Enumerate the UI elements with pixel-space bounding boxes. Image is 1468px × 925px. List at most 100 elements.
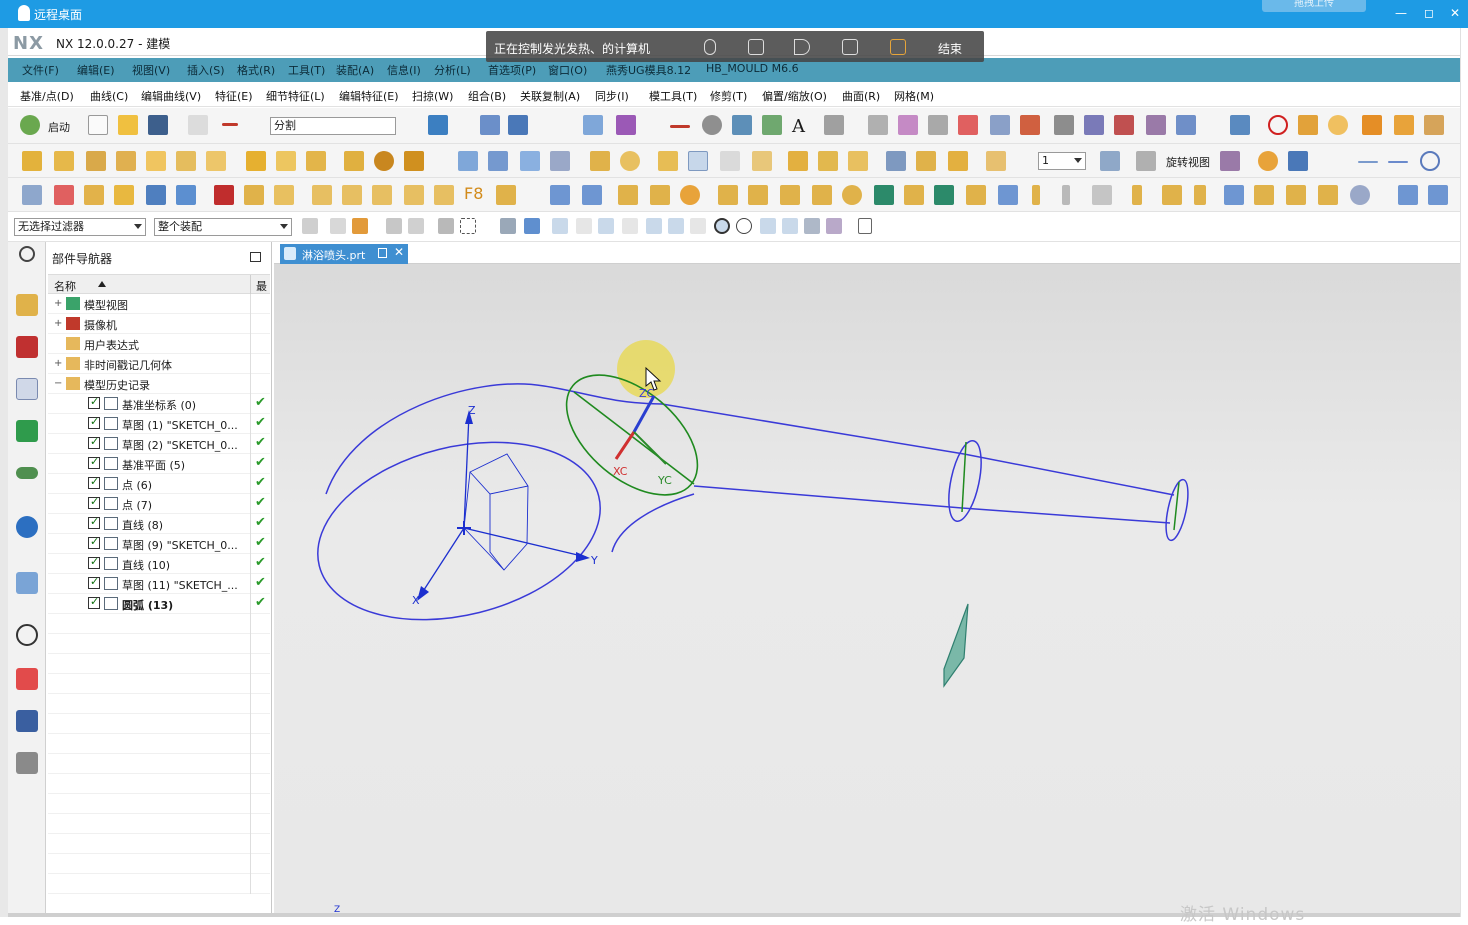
filter-c-icon[interactable]	[352, 218, 368, 234]
rotate-view-label[interactable]: 旋转视图	[1166, 154, 1210, 170]
hb-a-icon[interactable]	[22, 185, 42, 205]
mold-d-icon[interactable]	[116, 151, 136, 171]
tree-row[interactable]: 直线 (8) ✔	[48, 514, 270, 534]
tree-row[interactable]: − 模型历史记录	[48, 374, 270, 394]
hb-f-icon[interactable]	[176, 185, 196, 205]
model-scene[interactable]: ZC XC YC Z Y X Z	[274, 264, 1460, 913]
hb-y-icon[interactable]	[842, 185, 862, 205]
cmd-offset-scale[interactable]: 偏置/缩放(O)	[762, 88, 827, 104]
hb-ae-icon[interactable]	[1032, 185, 1040, 205]
spline-icon[interactable]	[762, 115, 782, 135]
view-orient-icon[interactable]	[480, 115, 500, 135]
mold-z-icon[interactable]	[1220, 151, 1240, 171]
hb-o-icon[interactable]	[496, 185, 516, 205]
mesh-icon[interactable]	[1084, 115, 1104, 135]
assembly-nav-icon[interactable]	[16, 294, 38, 316]
hb-k-icon[interactable]	[342, 185, 362, 205]
column-name[interactable]: 名称	[54, 278, 76, 294]
tree-row[interactable]: 草图 (1) "SKETCH_0... ✔	[48, 414, 270, 434]
curve-tool-icon[interactable]	[222, 123, 238, 126]
mold-f-icon[interactable]	[276, 151, 296, 171]
filter-b-icon[interactable]	[330, 218, 346, 234]
constraint-nav-icon[interactable]	[16, 336, 38, 358]
eye-icon[interactable]	[16, 467, 38, 479]
hb-e-icon[interactable]	[146, 185, 166, 205]
mold-w-icon[interactable]	[886, 151, 906, 171]
tree-expander-icon[interactable]: +	[54, 359, 63, 369]
tree-row[interactable]: 草图 (2) "SKETCH_0... ✔	[48, 434, 270, 454]
hb-t-icon[interactable]	[680, 185, 700, 205]
snap-point-icon[interactable]	[1298, 115, 1318, 135]
visibility-checkbox[interactable]	[88, 415, 100, 429]
start-label[interactable]: 启动	[48, 119, 70, 135]
tree-expander-icon[interactable]: +	[54, 319, 63, 329]
mold-h-icon[interactable]	[344, 151, 364, 171]
hb-ac-icon[interactable]	[966, 185, 986, 205]
surface-c-icon[interactable]	[1054, 115, 1074, 135]
graphics-viewport[interactable]: 淋浴喷头.prt ✕ ZC XC YC Z Y X Z	[274, 242, 1460, 913]
cmd-edit-feature[interactable]: 编辑特征(E)	[339, 88, 399, 104]
hb-w-icon[interactable]	[780, 185, 800, 205]
arc-icon[interactable]	[732, 115, 752, 135]
menu-yanxiu[interactable]: 燕秀UG模具8.12	[606, 62, 691, 78]
tree-row[interactable]: 草图 (9) "SKETCH_0... ✔	[48, 534, 270, 554]
eraser-icon[interactable]	[1100, 151, 1120, 171]
mold-i-icon[interactable]	[404, 151, 424, 171]
visibility-checkbox[interactable]	[88, 435, 100, 449]
menu-edit[interactable]: 编辑(E)	[77, 62, 115, 78]
tree-row[interactable]: + 摄像机	[48, 314, 270, 334]
tree-row[interactable]: + 模型视图	[48, 294, 270, 314]
gear-icon[interactable]	[374, 151, 394, 171]
select-a-icon[interactable]	[438, 218, 454, 234]
surface-b-icon[interactable]	[1020, 115, 1040, 135]
hb-ah-icon[interactable]	[1132, 185, 1142, 205]
visibility-checkbox[interactable]	[88, 495, 100, 509]
filter-d-icon[interactable]	[386, 218, 402, 234]
tab-close-icon[interactable]: ✕	[394, 245, 404, 259]
cmd-trim[interactable]: 修剪(T)	[710, 88, 747, 104]
menu-preferences[interactable]: 首选项(P)	[488, 62, 536, 78]
hb-c-icon[interactable]	[84, 185, 104, 205]
cmd-sweep[interactable]: 扫掠(W)	[412, 88, 453, 104]
menu-tools[interactable]: 工具(T)	[288, 62, 325, 78]
hb-p-icon[interactable]	[550, 185, 570, 205]
hb-j-icon[interactable]	[312, 185, 332, 205]
hb-an-icon[interactable]	[1318, 185, 1338, 205]
cylinder-icon[interactable]	[1394, 115, 1414, 135]
menu-info[interactable]: 信息(I)	[387, 62, 421, 78]
new-file-icon[interactable]	[88, 115, 108, 135]
hb-am-icon[interactable]	[1286, 185, 1306, 205]
hb-aa-icon[interactable]	[904, 185, 924, 205]
edit-object-display-icon[interactable]	[616, 115, 636, 135]
document-tab[interactable]: 淋浴喷头.prt ✕	[280, 244, 408, 264]
scale-icon[interactable]	[1176, 115, 1196, 135]
snap-point-on-icon[interactable]	[760, 218, 776, 234]
stop-icon[interactable]	[1268, 115, 1288, 135]
mold-u-icon[interactable]	[818, 151, 838, 171]
select-box-icon[interactable]	[460, 218, 476, 234]
visibility-checkbox[interactable]	[88, 455, 100, 469]
snap-face-icon[interactable]	[804, 218, 820, 234]
hb-u-icon[interactable]	[718, 185, 738, 205]
tree-row[interactable]: 点 (6) ✔	[48, 474, 270, 494]
menu-insert[interactable]: 插入(S)	[187, 62, 225, 78]
visibility-checkbox[interactable]	[88, 515, 100, 529]
block-icon[interactable]	[1362, 115, 1382, 135]
pin-icon[interactable]	[890, 39, 906, 55]
f8-icon[interactable]: F8	[464, 184, 483, 203]
cmd-mesh[interactable]: 网格(M)	[894, 88, 934, 104]
tree-row[interactable]: 基准坐标系 (0) ✔	[48, 394, 270, 414]
mold-r-icon[interactable]	[720, 151, 740, 171]
hb-m-icon[interactable]	[404, 185, 424, 205]
cmd-feature[interactable]: 特征(E)	[215, 88, 253, 104]
measure-a-icon[interactable]	[1358, 161, 1378, 163]
mold-g-icon[interactable]	[306, 151, 326, 171]
mold-e-icon[interactable]	[246, 151, 266, 171]
info-icon[interactable]	[16, 516, 38, 538]
minimize-icon[interactable]: —	[1394, 6, 1408, 20]
mold-p-icon[interactable]	[658, 151, 678, 171]
part-nav-icon[interactable]	[16, 378, 38, 400]
hb-ai-icon[interactable]	[1162, 185, 1182, 205]
hb-af-icon[interactable]	[1062, 185, 1070, 205]
tree-row[interactable]: 草图 (11) "SKETCH_... ✔	[48, 574, 270, 594]
